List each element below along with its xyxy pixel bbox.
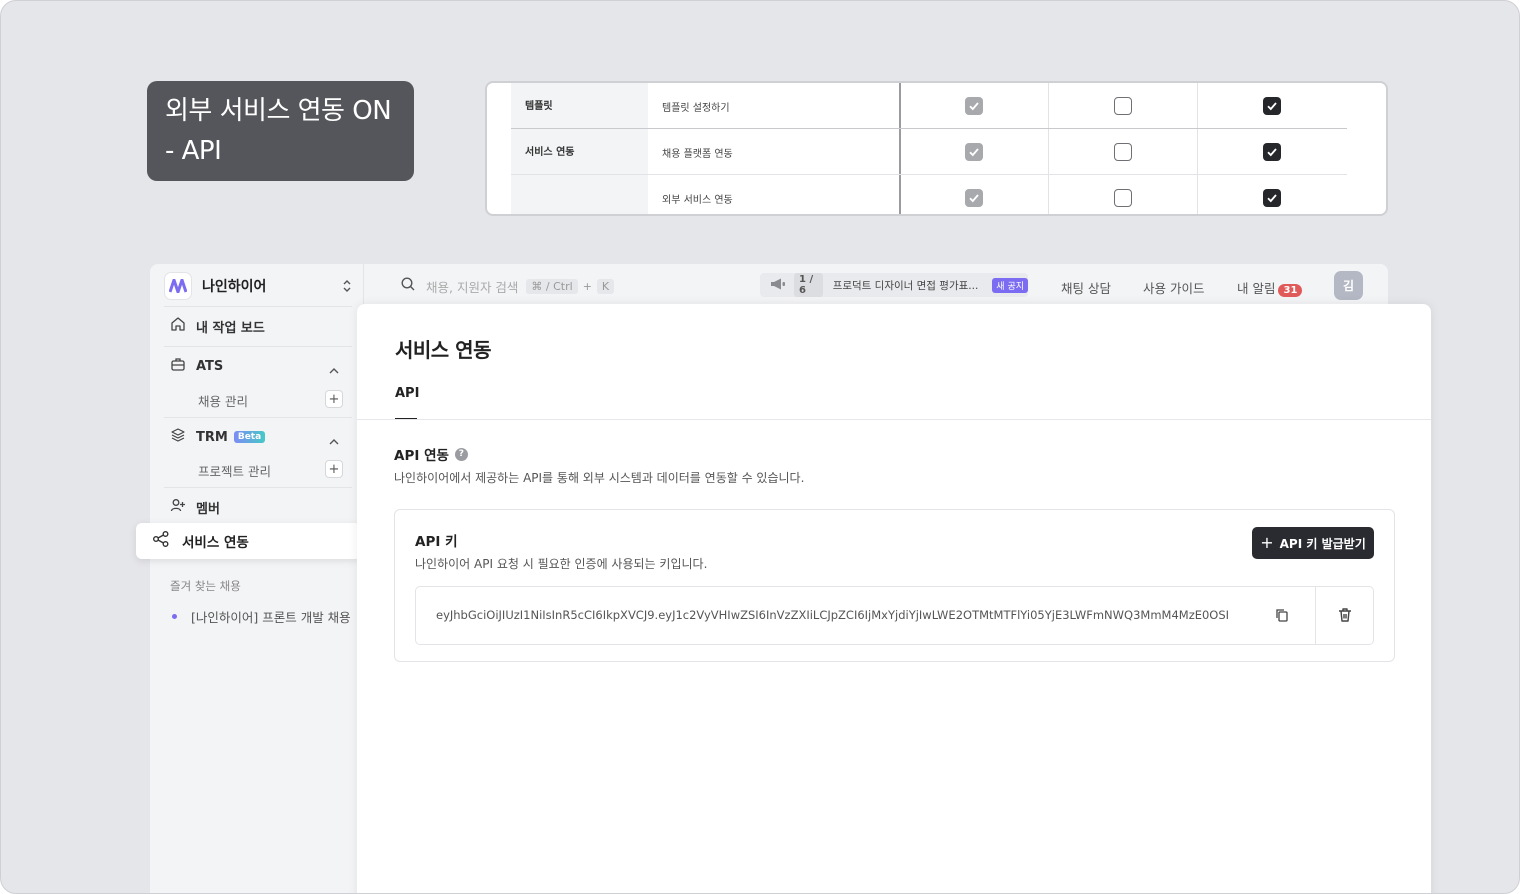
notice-text: 프로덕트 디자이너 면접 평가표... xyxy=(832,279,979,292)
checkbox-checked-disabled[interactable] xyxy=(965,189,983,207)
sidebar-subitem-recruit[interactable]: 채용 관리 xyxy=(198,391,248,410)
permission-row: 서비스 연동 채용 플랫폼 연동 xyxy=(511,129,1347,175)
api-key-card: API 키 나인하이어 API 요청 시 필요한 인증에 사용되는 키입니다. … xyxy=(394,509,1395,662)
copy-icon[interactable] xyxy=(1274,607,1290,627)
workspace-logo-icon xyxy=(164,272,192,300)
user-plus-icon xyxy=(170,497,186,517)
trash-icon[interactable] xyxy=(1336,606,1354,628)
favorite-dot-icon xyxy=(172,614,177,619)
checkbox-checked-disabled[interactable] xyxy=(965,97,983,115)
chevron-up-icon[interactable] xyxy=(328,361,340,380)
top-bar: 채용, 지원자 검색 ⌘ / Ctrl + K 1 / 6 프로덕트 디자이너 … xyxy=(364,264,1388,306)
add-project-button[interactable]: + xyxy=(325,460,343,478)
notice-banner[interactable]: 1 / 6 프로덕트 디자이너 면접 평가표... 새 공지 xyxy=(760,273,1028,297)
permission-row: 템플릿 템플릿 설정하기 xyxy=(511,83,1347,129)
checkbox-checked[interactable] xyxy=(1263,189,1281,207)
permission-row: 외부 서비스 연동 xyxy=(511,175,1347,214)
sidebar-subitem-project[interactable]: 프로젝트 관리 xyxy=(198,461,271,480)
sidebar: 나인하이어 내 작업 보드 ATS 채용 관리 + TRM Beta 프로젝트 … xyxy=(150,264,364,893)
sidebar-item-label: 멤버 xyxy=(196,501,220,517)
api-key-value: eyJhbGciOiJIUzI1NiIsInR5cCI6IkpXVCJ9.eyJ… xyxy=(436,608,1230,622)
sidebar-item-label: TRM xyxy=(196,429,228,445)
sidebar-item-member[interactable]: 멤버 xyxy=(170,495,220,519)
page-title: 서비스 연동 xyxy=(395,338,491,362)
sidebar-item-trm[interactable]: TRM Beta xyxy=(170,425,266,449)
favorites-title: 즐겨 찾는 채용 xyxy=(170,579,241,593)
layers-icon xyxy=(170,427,186,447)
sidebar-item-label: 서비스 연동 xyxy=(182,535,249,551)
favorite-recruit-item[interactable]: [나인하이어] 프론트 개발 채용 xyxy=(172,607,351,626)
share-icon xyxy=(152,530,170,552)
checkbox-checked[interactable] xyxy=(1263,143,1281,161)
api-key-field: eyJhbGciOiJIUzI1NiIsInR5cCI6IkpXVCJ9.eyJ… xyxy=(415,586,1374,645)
sidebar-item-label: 내 작업 보드 xyxy=(196,320,265,336)
checkbox-unchecked[interactable] xyxy=(1114,143,1132,161)
permission-category: 템플릿 xyxy=(525,101,553,112)
callout-line-2: - API xyxy=(165,136,222,166)
api-key-title: API 키 xyxy=(415,534,458,550)
issue-api-key-label: API 키 발급받기 xyxy=(1279,536,1366,551)
sidebar-item-dashboard[interactable]: 내 작업 보드 xyxy=(170,314,265,338)
chat-link[interactable]: 채팅 상담 xyxy=(1061,278,1111,297)
checkbox-checked[interactable] xyxy=(1263,97,1281,115)
presentation-canvas: 외부 서비스 연동 ON - API 템플릿 템플릿 설정하기 서비스 연동 채… xyxy=(0,0,1520,894)
shortcut-key-k: K xyxy=(596,278,615,294)
issue-api-key-button[interactable]: + API 키 발급받기 xyxy=(1252,527,1374,559)
shortcut-plus: + xyxy=(582,279,592,293)
megaphone-icon xyxy=(770,276,786,295)
main-panel: 서비스 연동 API API 연동 ? 나인하이어에서 제공하는 API를 통해… xyxy=(357,304,1431,893)
guide-link[interactable]: 사용 가이드 xyxy=(1143,278,1204,297)
api-key-description: 나인하이어 API 요청 시 필요한 인증에 사용되는 키입니다. xyxy=(415,557,708,571)
section-description: 나인하이어에서 제공하는 API를 통해 외부 시스템과 데이터를 연동할 수 … xyxy=(394,471,805,485)
callout-line-1: 외부 서비스 연동 ON xyxy=(165,96,392,126)
alarm-count-badge: 31 xyxy=(1278,284,1303,297)
feature-callout: 외부 서비스 연동 ON - API xyxy=(147,81,414,181)
permission-item: 외부 서비스 연동 xyxy=(662,195,733,206)
chevron-up-icon[interactable] xyxy=(328,432,340,451)
search-input[interactable]: 채용, 지원자 검색 ⌘ / Ctrl + K xyxy=(400,276,615,296)
alarm-label: 내 알림 xyxy=(1237,281,1276,296)
tab-api[interactable]: API xyxy=(395,386,419,401)
search-placeholder: 채용, 지원자 검색 xyxy=(426,279,519,295)
checkbox-checked-disabled[interactable] xyxy=(965,143,983,161)
search-icon xyxy=(400,276,416,296)
sidebar-item-ats[interactable]: ATS xyxy=(170,354,223,378)
permission-item: 템플릿 설정하기 xyxy=(662,103,730,114)
checkbox-unchecked[interactable] xyxy=(1114,97,1132,115)
alarm-link[interactable]: 내 알림 31 xyxy=(1237,278,1303,297)
section-title: API 연동 ? xyxy=(394,444,468,464)
permission-table: 템플릿 템플릿 설정하기 서비스 연동 채용 플랫폼 연동 외부 서비스 연동 xyxy=(485,81,1388,216)
beta-badge: Beta xyxy=(233,431,266,443)
workspace-name: 나인하이어 xyxy=(202,279,267,295)
sidebar-item-label: ATS xyxy=(196,358,224,374)
shortcut-key: ⌘ / Ctrl xyxy=(526,278,578,294)
add-recruit-button[interactable]: + xyxy=(325,390,343,408)
briefcase-icon xyxy=(170,356,186,376)
sidebar-item-service[interactable]: 서비스 연동 xyxy=(136,523,361,559)
permission-item: 채용 플랫폼 연동 xyxy=(662,149,733,160)
section-title-label: API 연동 xyxy=(394,448,449,464)
help-icon[interactable]: ? xyxy=(454,447,468,461)
checkbox-unchecked[interactable] xyxy=(1114,189,1132,207)
plus-icon: + xyxy=(1260,533,1274,552)
workspace-switcher[interactable]: 나인하이어 xyxy=(164,270,352,302)
favorite-recruit-label: [나인하이어] 프론트 개발 채용 xyxy=(191,610,351,625)
avatar[interactable]: 김 xyxy=(1334,271,1363,300)
home-icon xyxy=(170,316,186,336)
updown-chevron-icon xyxy=(342,278,352,297)
notice-count: 1 / 6 xyxy=(794,273,823,297)
new-notice-badge: 새 공지 xyxy=(992,277,1028,293)
permission-category: 서비스 연동 xyxy=(525,147,575,158)
